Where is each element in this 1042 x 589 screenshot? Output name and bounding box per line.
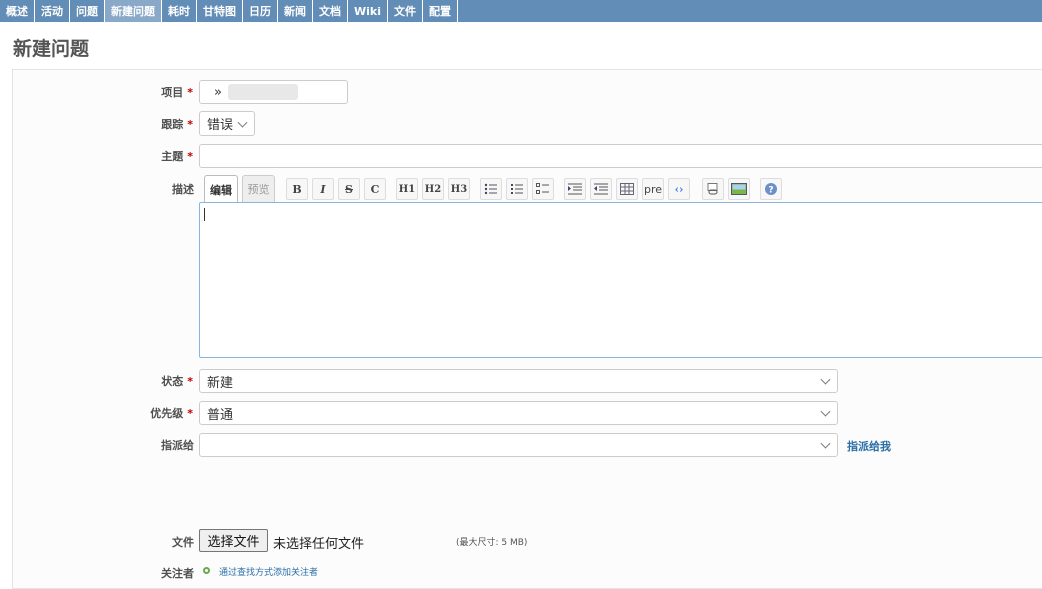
task-list-button[interactable] <box>532 178 554 200</box>
project-value: » <box>214 84 222 100</box>
tab-1[interactable]: 活动 <box>35 0 70 22</box>
bullet-list-icon <box>484 183 497 195</box>
chevron-down-icon <box>820 374 831 385</box>
max-file-size: (最大尺寸: 5 MB) <box>456 538 528 548</box>
priority-label: 优先级 * <box>150 407 193 420</box>
choose-file-button[interactable]: 选择文件 <box>199 529 268 552</box>
code-button[interactable]: C <box>364 178 386 200</box>
subject-input[interactable] <box>199 144 1042 168</box>
heading3-button[interactable]: H3 <box>448 178 470 200</box>
bold-button[interactable]: B <box>286 178 308 200</box>
chevron-down-icon <box>820 406 831 417</box>
heading1-button[interactable]: H1 <box>396 178 418 200</box>
tab-3[interactable]: 新建问题 <box>105 0 162 22</box>
link-icon <box>707 183 718 195</box>
priority-select[interactable]: 普通 <box>199 401 838 425</box>
description-textarea[interactable] <box>199 202 1042 358</box>
priority-value: 普通 <box>207 407 234 423</box>
outdent-icon <box>594 183 608 195</box>
tracker-value: 错误 <box>207 118 234 133</box>
italic-button[interactable]: I <box>312 178 334 200</box>
tab-2[interactable]: 问题 <box>70 0 105 22</box>
text-caret <box>204 208 205 221</box>
assign-to-me-link[interactable]: 指派给我 <box>847 438 891 454</box>
table-icon <box>620 183 634 195</box>
files-label: 文件 <box>172 536 194 549</box>
checklist-icon <box>536 183 549 194</box>
indent-button[interactable] <box>564 178 586 200</box>
tab-0[interactable]: 概述 <box>0 0 35 22</box>
tab-4[interactable]: 耗时 <box>162 0 197 22</box>
tracker-select[interactable]: 错误 <box>199 111 255 136</box>
indent-icon <box>568 183 582 195</box>
tab-preview[interactable]: 预览 <box>242 175 275 202</box>
numbered-list-icon <box>511 184 523 194</box>
image-button[interactable] <box>728 178 750 200</box>
watchers-label: 关注者 <box>161 567 194 580</box>
outdent-button[interactable] <box>590 178 612 200</box>
tab-6[interactable]: 日历 <box>243 0 278 22</box>
tracker-label: 跟踪 * <box>161 118 193 131</box>
preformatted-button[interactable]: pre <box>642 178 664 200</box>
status-label: 状态 * <box>161 375 193 388</box>
chevron-down-icon <box>820 438 831 449</box>
tab-edit[interactable]: 编辑 <box>204 175 238 203</box>
numbered-list-button[interactable] <box>506 178 528 200</box>
project-label: 项目 * <box>161 86 193 99</box>
help-button[interactable]: ? <box>760 178 782 200</box>
description-label: 描述 <box>172 183 194 196</box>
page-title: 新建问题 <box>13 38 90 60</box>
strikethrough-button[interactable]: S <box>338 178 360 200</box>
no-file-chosen-text: 未选择任何文件 <box>273 537 365 552</box>
status-value: 新建 <box>207 375 234 391</box>
table-button[interactable] <box>616 178 638 200</box>
status-select[interactable]: 新建 <box>199 369 838 393</box>
bullet-list-button[interactable] <box>480 178 502 200</box>
tab-8[interactable]: 文档 <box>313 0 348 22</box>
link-button[interactable] <box>702 178 724 200</box>
assignee-label: 指派给 <box>161 439 194 452</box>
help-icon: ? <box>765 183 777 196</box>
chevron-down-icon <box>237 117 248 128</box>
tab-10[interactable]: 文件 <box>388 0 423 22</box>
tab-11[interactable]: 配置 <box>423 0 458 22</box>
tab-9[interactable]: Wiki <box>348 0 388 22</box>
code-highlight-button[interactable]: ‹› <box>668 178 690 200</box>
image-icon <box>731 183 747 195</box>
project-select[interactable]: » <box>199 80 348 104</box>
tab-5[interactable]: 甘特图 <box>197 0 243 22</box>
main-menu: 概述 活动 问题 新建问题 耗时 甘特图 日历 新闻 文档 Wiki 文件 配置 <box>0 0 1042 22</box>
svg-text:?: ? <box>768 186 773 196</box>
add-watcher-icon <box>203 567 210 574</box>
assignee-select[interactable] <box>199 433 838 457</box>
search-watchers-link[interactable]: 通过查找方式添加关注者 <box>219 565 318 578</box>
heading2-button[interactable]: H2 <box>422 178 444 200</box>
code-icon: ‹› <box>674 182 684 196</box>
tab-7[interactable]: 新闻 <box>278 0 313 22</box>
blurred-project-name <box>227 84 298 100</box>
subject-label: 主题 * <box>161 150 193 163</box>
